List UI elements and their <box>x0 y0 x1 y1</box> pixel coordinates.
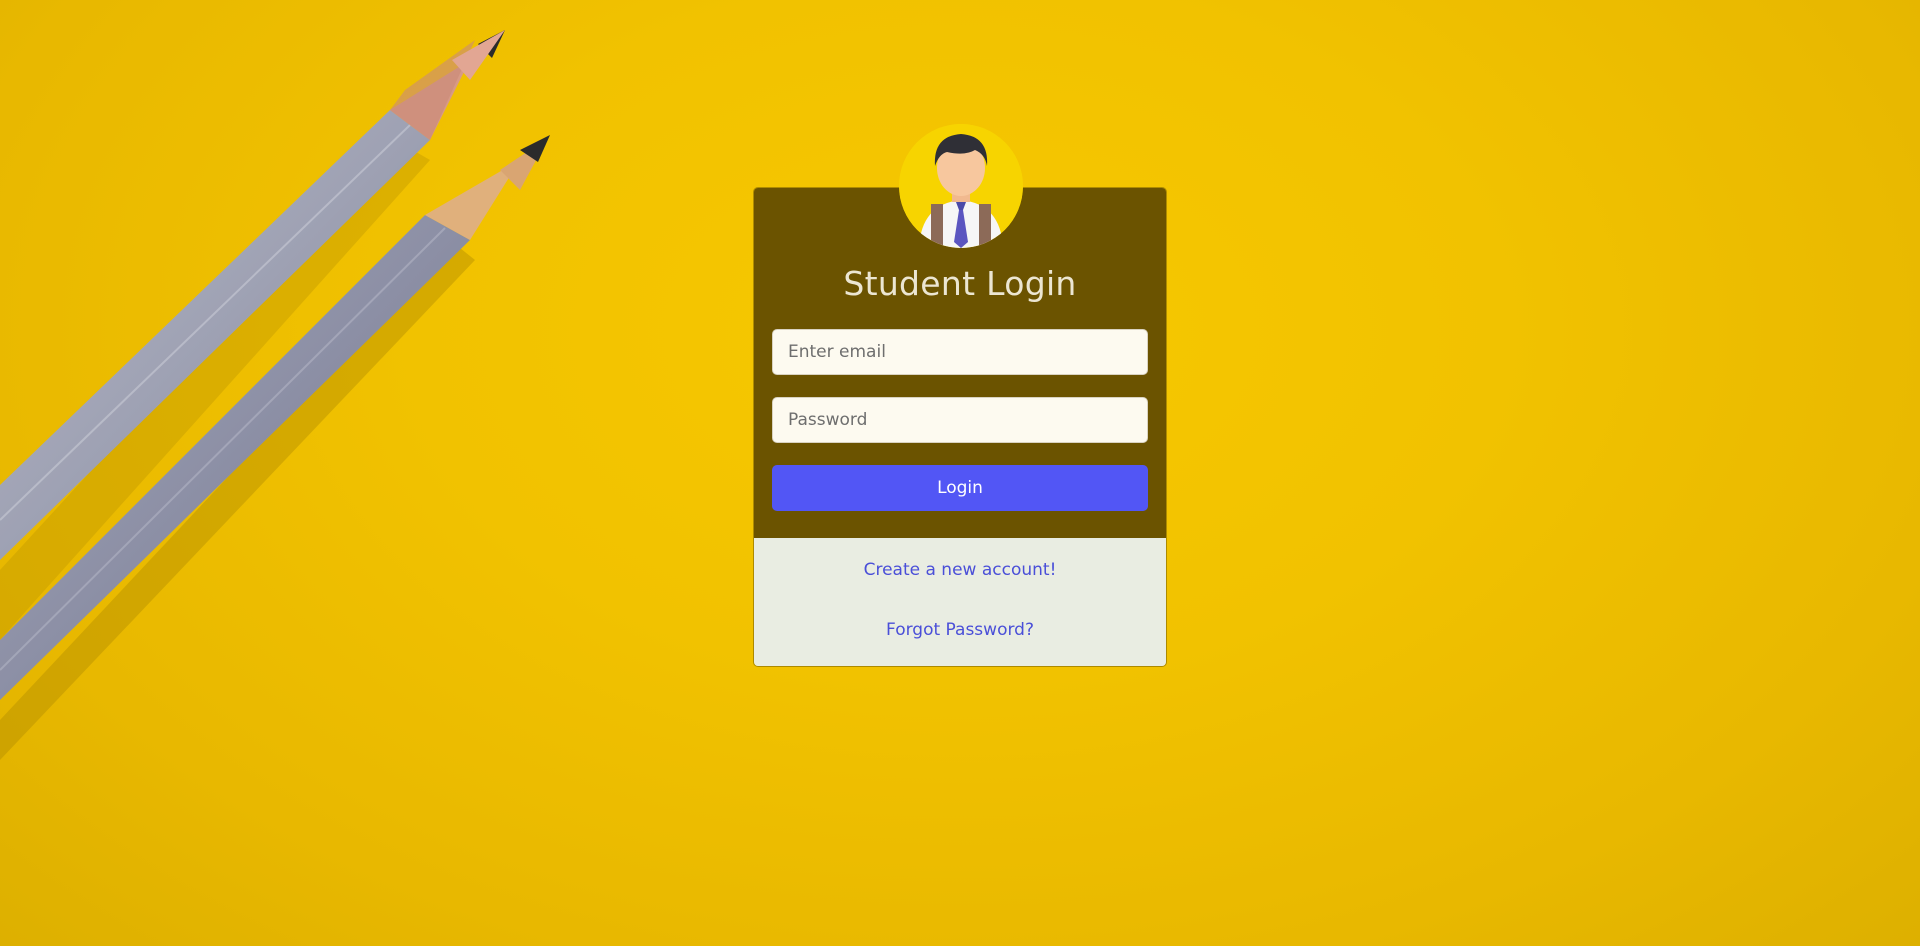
page-title: Student Login <box>843 264 1077 303</box>
create-account-link[interactable]: Create a new account! <box>754 560 1166 580</box>
forgot-password-link[interactable]: Forgot Password? <box>754 620 1166 640</box>
email-field[interactable] <box>772 329 1148 375</box>
student-avatar-icon <box>899 124 1023 248</box>
login-button[interactable]: Login <box>772 465 1148 511</box>
password-field[interactable] <box>772 397 1148 443</box>
login-card-footer <box>754 538 1166 666</box>
login-card: Student Login Login Create a new account… <box>753 124 1167 667</box>
